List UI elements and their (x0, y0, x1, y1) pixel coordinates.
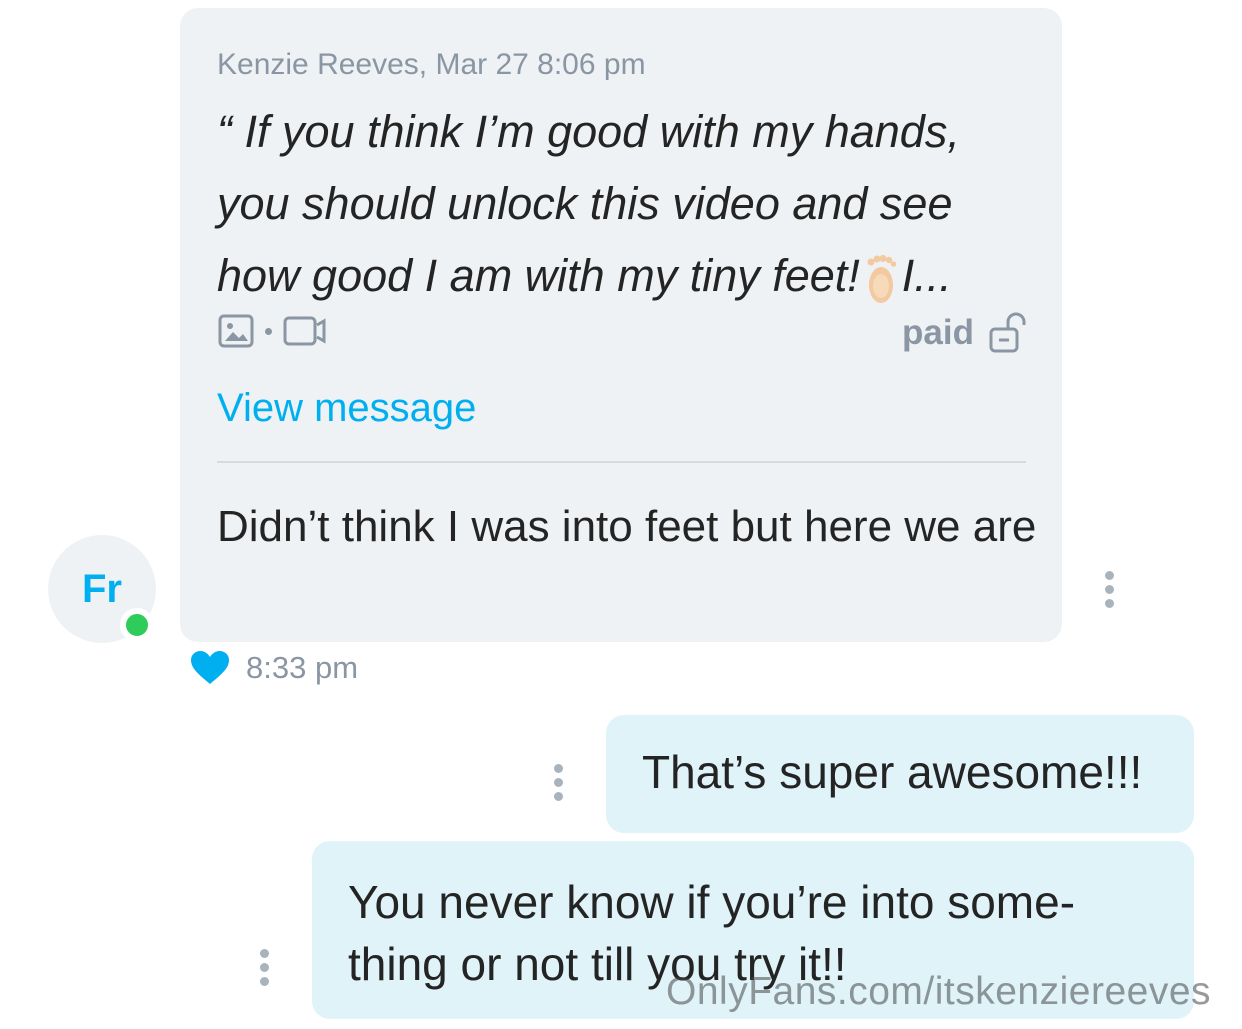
outgoing-message-menu-button[interactable] (258, 949, 270, 986)
quoted-text-main: “ If you think I’m good with my hands, y… (217, 106, 960, 301)
reply-message-text: Didn’t think I was into feet but here we… (217, 502, 1037, 551)
kebab-dot (259, 977, 269, 986)
unlocked-padlock-icon (989, 312, 1026, 353)
quoted-text-tail: I... (901, 250, 952, 301)
outgoing-message-bubble: That’s super awesome!!! (606, 715, 1194, 833)
quote-meta: Kenzie Reeves, Mar 27 8:06 pm (217, 48, 646, 81)
kebab-dot (259, 963, 269, 972)
kebab-dot (259, 949, 269, 958)
kebab-dot (553, 778, 563, 787)
separator-dot (265, 327, 272, 335)
online-status-dot (120, 608, 154, 642)
incoming-message-menu-button[interactable] (1103, 571, 1115, 608)
bubble-divider (217, 461, 1026, 463)
message-time-row: 8:33 pm (190, 650, 358, 686)
outgoing-message-menu-button[interactable] (552, 764, 564, 801)
kebab-dot (1104, 571, 1114, 580)
avatar-initials: Fr (82, 566, 122, 611)
watermark: OnlyFans.com/itskenziereeves (666, 970, 1212, 1013)
foot-emoji-icon (867, 255, 897, 304)
view-message-link[interactable]: View message (217, 386, 476, 431)
paid-indicator: paid (902, 311, 1026, 355)
video-icon (283, 316, 326, 346)
incoming-message-bubble: Kenzie Reeves, Mar 27 8:06 pm “ If you t… (180, 8, 1062, 642)
heart-icon[interactable] (190, 650, 230, 686)
kebab-dot (553, 764, 563, 773)
quoted-message-text: “ If you think I’m good with my hands, y… (217, 96, 1037, 312)
kebab-dot (553, 792, 563, 801)
paid-label: paid (902, 313, 974, 352)
message-time: 8:33 pm (246, 650, 359, 685)
outgoing-message-text: That’s super awesome!!! (642, 746, 1143, 798)
media-type-row (217, 313, 328, 349)
kebab-dot (1104, 599, 1114, 608)
image-icon (218, 314, 254, 348)
kebab-dot (1104, 585, 1114, 594)
